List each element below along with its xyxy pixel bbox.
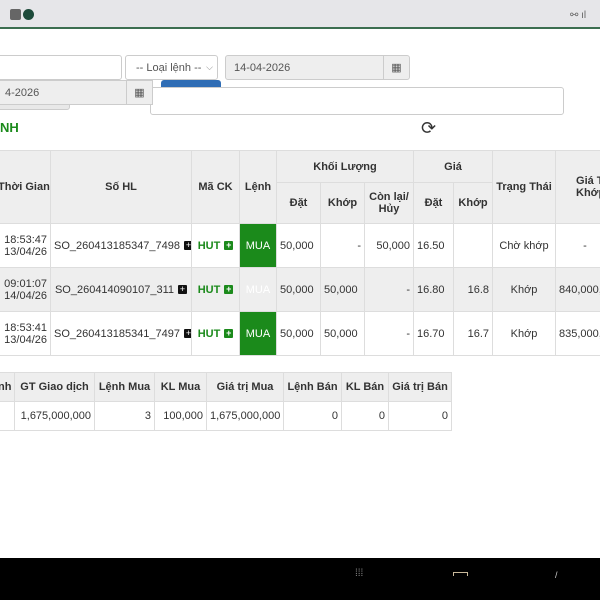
summary-cell: 0 — [388, 401, 452, 431]
add-icon[interactable]: + — [224, 329, 234, 339]
summary-cell: 1,675,000,000 — [14, 401, 95, 431]
symbol-cell[interactable]: HUT + — [191, 223, 240, 268]
vol-matched-cell: 50,000 — [320, 267, 365, 312]
order-no-cell: SO_260413185341_7497 + — [50, 311, 192, 356]
from-date-input[interactable]: 4-2026 — [0, 80, 127, 105]
calendar-icon[interactable]: ▦ — [126, 80, 153, 105]
expand-icon[interactable]: + — [184, 329, 191, 339]
summary-header: GT Giao dịch — [14, 372, 95, 402]
header-status: Trạng Thái — [492, 150, 557, 224]
vol-placed-cell: 50,000 — [276, 267, 321, 312]
header-time: Thời Gian — [0, 150, 51, 224]
calendar-icon[interactable]: ▦ — [383, 55, 410, 80]
home-button[interactable] — [453, 572, 468, 576]
summary-header: nh — [0, 372, 15, 402]
summary-header: Lệnh Mua — [94, 372, 155, 402]
add-icon[interactable]: + — [224, 241, 234, 251]
text-input[interactable] — [150, 87, 564, 115]
order-type-select[interactable]: -- Loại lệnh -- ⌵ — [125, 55, 218, 80]
matched-value-cell: 840,000, — [555, 267, 600, 312]
side-cell: MUA — [239, 267, 277, 312]
expand-icon[interactable]: + — [178, 285, 188, 295]
vol-matched-cell: 50,000 — [320, 311, 365, 356]
status-cell: Chờ khớp — [492, 223, 557, 268]
header-side: Lệnh — [239, 150, 277, 224]
side-cell: MUA — [239, 223, 277, 268]
price-matched-cell: 16.8 — [452, 267, 494, 312]
navigation-bar: ⁞⁞⁞ / — [0, 558, 600, 600]
header-vol-matched: Khớp — [320, 182, 365, 224]
time-cell: 09:01:07 14/04/26 — [0, 267, 51, 312]
table-row[interactable]: 09:01:07 14/04/26 SO_260414090107_311 + HU… — [0, 267, 600, 312]
status-bar: ⚯ ıl — [0, 0, 600, 29]
symbol-cell[interactable]: HUT + — [191, 311, 240, 356]
symbol-cell[interactable]: HUT + — [191, 267, 240, 312]
back-button[interactable]: / — [555, 570, 558, 580]
header-matched-value: Giá Trị Khớp — [555, 150, 600, 224]
time-cell: 18:53:47 13/04/26 — [0, 223, 51, 268]
vol-placed-cell: 50,000 — [276, 311, 321, 356]
summary-header: KL Bán — [341, 372, 389, 402]
summary-cell: 3 — [94, 401, 155, 431]
header-price-matched: Khớp — [452, 182, 494, 224]
vol-remaining-cell: 50,000 — [364, 223, 414, 268]
expand-icon[interactable]: + — [184, 241, 191, 251]
vol-matched-cell: - — [320, 223, 365, 268]
to-date-input[interactable]: 14-04-2026 — [225, 55, 384, 80]
summary-table: nhGT Giao dịchLệnh MuaKL MuaGiá trị MuaL… — [0, 372, 452, 431]
matched-value-cell: 835,000, — [555, 311, 600, 356]
time-cell: 18:53:41 13/04/26 — [0, 311, 51, 356]
price-placed-cell: 16.70 — [413, 311, 454, 356]
summary-cell: 0 — [341, 401, 389, 431]
summary-header: Giá trị Bán — [388, 372, 452, 402]
matched-value-cell: - — [555, 223, 600, 268]
price-placed-cell: 16.50 — [413, 223, 454, 268]
orders-table: Thời Gian Số HL Mã CK Lệnh Khối Lượng Gi… — [0, 150, 600, 356]
price-placed-cell: 16.80 — [413, 267, 454, 312]
summary-header: Lệnh Bán — [283, 372, 342, 402]
table-row[interactable]: 18:53:41 13/04/26 SO_260413185341_7497 + H… — [0, 311, 600, 356]
summary-cell: 100,000 — [154, 401, 207, 431]
header-volume: Khối Lượng — [276, 150, 414, 183]
vol-remaining-cell: - — [364, 267, 414, 312]
header-vol-placed: Đặt — [276, 182, 321, 224]
summary-cell — [0, 401, 15, 431]
price-matched-cell: 16.7 — [452, 311, 494, 356]
vol-remaining-cell: - — [364, 311, 414, 356]
summary-cell: 0 — [283, 401, 342, 431]
status-cell: Khớp — [492, 267, 557, 312]
order-no-cell: SO_260413185347_7498 + — [50, 223, 192, 268]
header-symbol: Mã CK — [191, 150, 240, 224]
summary-header: Giá trị Mua — [206, 372, 284, 402]
refresh-icon[interactable]: ⟳ — [421, 118, 436, 139]
header-order-no: Số HL — [50, 150, 192, 224]
add-icon[interactable]: + — [224, 285, 234, 295]
order-no-cell: SO_260414090107_311 + — [50, 267, 192, 312]
summary-cell: 1,675,000,000 — [206, 401, 284, 431]
signal-icon: ⚯ ıl — [570, 10, 587, 21]
table-row[interactable]: 18:53:47 13/04/26 SO_260413185347_7498 + H… — [0, 223, 600, 268]
summary-header: KL Mua — [154, 372, 207, 402]
search-input[interactable] — [0, 55, 122, 80]
status-cell: Khớp — [492, 311, 557, 356]
recent-apps-button[interactable]: ⁞⁞⁞ — [355, 568, 363, 579]
header-price: Giá — [412, 150, 494, 183]
header-vol-remaining: Còn lại/ Hủy — [364, 182, 414, 224]
section-title: NH — [0, 120, 19, 135]
chevron-down-icon: ⌵ — [206, 62, 213, 72]
header-price-placed: Đặt — [413, 182, 454, 224]
order-type-label: -- Loại lệnh -- — [136, 61, 202, 74]
price-matched-cell — [452, 223, 494, 268]
notification-icons — [0, 9, 36, 20]
side-cell: MUA — [239, 311, 277, 356]
vol-placed-cell: 50,000 — [276, 223, 321, 268]
